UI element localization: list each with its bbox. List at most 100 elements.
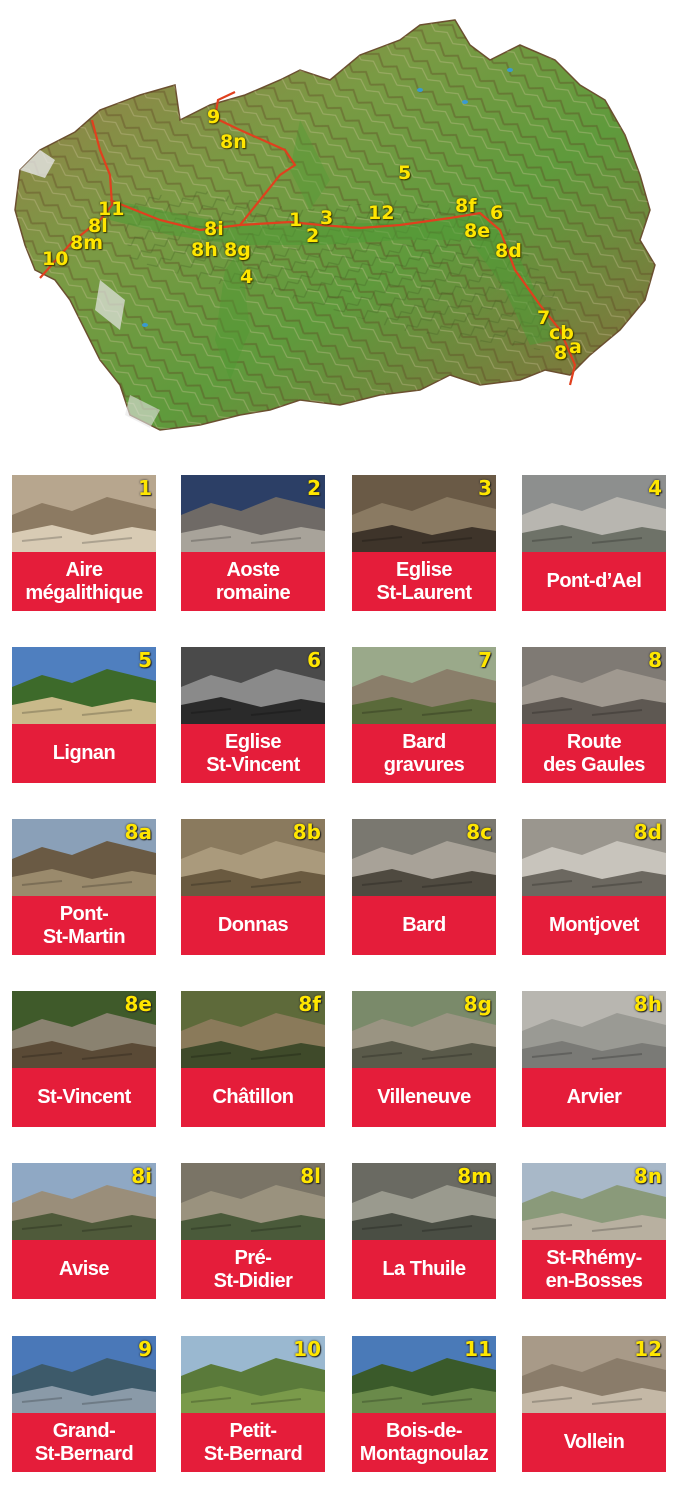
site-number-badge: 3 bbox=[478, 476, 492, 500]
site-card-7[interactable]: 7 Bard gravures bbox=[352, 647, 496, 783]
map-label-9: 9 bbox=[207, 106, 221, 128]
site-number-badge: 8l bbox=[300, 1164, 321, 1188]
map-label-a: a bbox=[569, 336, 582, 358]
site-number-badge: 5 bbox=[138, 648, 152, 672]
site-name: Vollein bbox=[563, 1431, 625, 1453]
map-label-8m: 8m bbox=[70, 232, 104, 254]
site-name: Bois-de- Montagnoulaz bbox=[359, 1419, 489, 1465]
map-label-3: 3 bbox=[320, 207, 334, 229]
site-photo bbox=[352, 647, 496, 724]
site-number-badge: 1 bbox=[138, 476, 152, 500]
site-card-8c[interactable]: 8c Bard bbox=[352, 819, 496, 955]
site-card-8f[interactable]: 8f Châtillon bbox=[181, 991, 325, 1127]
map-label-4: 4 bbox=[240, 266, 254, 288]
site-card-8d[interactable]: 8d Montjovet bbox=[522, 819, 666, 955]
site-number-badge: 8m bbox=[457, 1164, 492, 1188]
site-number-badge: 8a bbox=[124, 820, 152, 844]
site-number-badge: 8b bbox=[292, 820, 321, 844]
map-label-8n: 8n bbox=[220, 131, 247, 153]
site-name: Petit- St-Bernard bbox=[203, 1419, 303, 1465]
site-number-badge: 12 bbox=[634, 1337, 662, 1361]
map-label-12: 12 bbox=[368, 202, 395, 224]
site-name: Lignan bbox=[52, 742, 116, 764]
site-name: Eglise St-Laurent bbox=[376, 558, 473, 604]
site-number-badge: 4 bbox=[648, 476, 662, 500]
site-card-8e[interactable]: 8e St-Vincent bbox=[12, 991, 156, 1127]
map-label-10: 10 bbox=[42, 248, 69, 270]
site-name: Bard gravures bbox=[383, 730, 465, 776]
site-card-8l[interactable]: 8l Pré- St-Didier bbox=[181, 1163, 325, 1299]
site-card-8n[interactable]: 8n St-Rhémy- en-Bosses bbox=[522, 1163, 666, 1299]
site-number-badge: 2 bbox=[307, 476, 321, 500]
site-card-1[interactable]: 1 Aire mégalithique bbox=[12, 475, 156, 611]
site-number-badge: 8f bbox=[298, 992, 321, 1016]
site-number-badge: 7 bbox=[478, 648, 492, 672]
site-number-badge: 8e bbox=[124, 992, 152, 1016]
map-label-8f: 8f bbox=[455, 195, 477, 217]
region-map: 9 8n 5 11 8l 8m 10 8i 8h 8g 4 1 3 2 12 8… bbox=[0, 0, 678, 450]
site-name: Avise bbox=[58, 1258, 110, 1280]
site-number-badge: 11 bbox=[464, 1337, 492, 1361]
site-card-8b[interactable]: 8b Donnas bbox=[181, 819, 325, 955]
site-card-10[interactable]: 10 Petit- St-Bernard bbox=[181, 1336, 325, 1472]
site-card-3[interactable]: 3 Eglise St-Laurent bbox=[352, 475, 496, 611]
site-number-badge: 8i bbox=[131, 1164, 152, 1188]
site-name: Arvier bbox=[566, 1086, 622, 1108]
site-name: Grand- St-Bernard bbox=[34, 1419, 134, 1465]
site-photo bbox=[12, 647, 156, 724]
site-number-badge: 8h bbox=[633, 992, 662, 1016]
map-label-2: 2 bbox=[306, 225, 320, 247]
map-label-8h: 8h bbox=[191, 239, 218, 261]
site-name: Bard bbox=[402, 914, 446, 936]
site-card-8m[interactable]: 8m La Thuile bbox=[352, 1163, 496, 1299]
site-card-6[interactable]: 6 Eglise St-Vincent bbox=[181, 647, 325, 783]
site-card-9[interactable]: 9 Grand- St-Bernard bbox=[12, 1336, 156, 1472]
site-name: St-Rhémy- en-Bosses bbox=[545, 1246, 643, 1292]
site-photo bbox=[12, 1336, 156, 1413]
map-label-6: 6 bbox=[490, 202, 504, 224]
site-name: St-Vincent bbox=[37, 1086, 131, 1108]
site-card-12[interactable]: 12 Vollein bbox=[522, 1336, 666, 1472]
site-number-badge: 9 bbox=[138, 1337, 152, 1361]
map-label-8e: 8e bbox=[464, 220, 491, 242]
site-number-badge: 8c bbox=[466, 820, 492, 844]
site-photo bbox=[181, 475, 325, 552]
site-card-8h[interactable]: 8h Arvier bbox=[522, 991, 666, 1127]
site-name: Montjovet bbox=[549, 914, 639, 936]
map-label-8i: 8i bbox=[204, 218, 224, 240]
site-card-8g[interactable]: 8g Villeneuve bbox=[352, 991, 496, 1127]
map-label-8g: 8g bbox=[224, 239, 251, 261]
map-label-5: 5 bbox=[398, 162, 412, 184]
site-photo bbox=[522, 475, 666, 552]
map-label-8d: 8d bbox=[495, 240, 522, 262]
site-name: Route des Gaules bbox=[543, 730, 645, 776]
site-name: Aoste romaine bbox=[215, 558, 291, 604]
site-name: Châtillon bbox=[212, 1086, 294, 1108]
site-card-8a[interactable]: 8a Pont- St-Martin bbox=[12, 819, 156, 955]
site-card-2[interactable]: 2 Aoste romaine bbox=[181, 475, 325, 611]
site-photo bbox=[522, 647, 666, 724]
site-name: Villeneuve bbox=[377, 1086, 471, 1108]
site-name: Pont- St-Martin bbox=[42, 902, 126, 948]
site-photo bbox=[12, 475, 156, 552]
site-name: Pont-d’Ael bbox=[546, 570, 643, 592]
site-name: La Thuile bbox=[382, 1258, 466, 1280]
site-name: Donnas bbox=[217, 914, 289, 936]
site-card-11[interactable]: 11 Bois-de- Montagnoulaz bbox=[352, 1336, 496, 1472]
site-card-8i[interactable]: 8i Avise bbox=[12, 1163, 156, 1299]
site-number-badge: 8n bbox=[633, 1164, 662, 1188]
site-number-badge: 8d bbox=[633, 820, 662, 844]
site-photo bbox=[352, 475, 496, 552]
site-name: Eglise St-Vincent bbox=[206, 730, 300, 776]
map-label-8: 8 bbox=[554, 342, 568, 364]
site-card-5[interactable]: 5 Lignan bbox=[12, 647, 156, 783]
site-photo bbox=[181, 647, 325, 724]
site-number-badge: 6 bbox=[307, 648, 321, 672]
site-name: Aire mégalithique bbox=[25, 558, 143, 604]
map-label-1: 1 bbox=[289, 209, 303, 231]
site-number-badge: 10 bbox=[293, 1337, 321, 1361]
site-number-badge: 8g bbox=[463, 992, 492, 1016]
site-card-4[interactable]: 4 Pont-d’Ael bbox=[522, 475, 666, 611]
site-number-badge: 8 bbox=[648, 648, 662, 672]
site-card-8[interactable]: 8 Route des Gaules bbox=[522, 647, 666, 783]
